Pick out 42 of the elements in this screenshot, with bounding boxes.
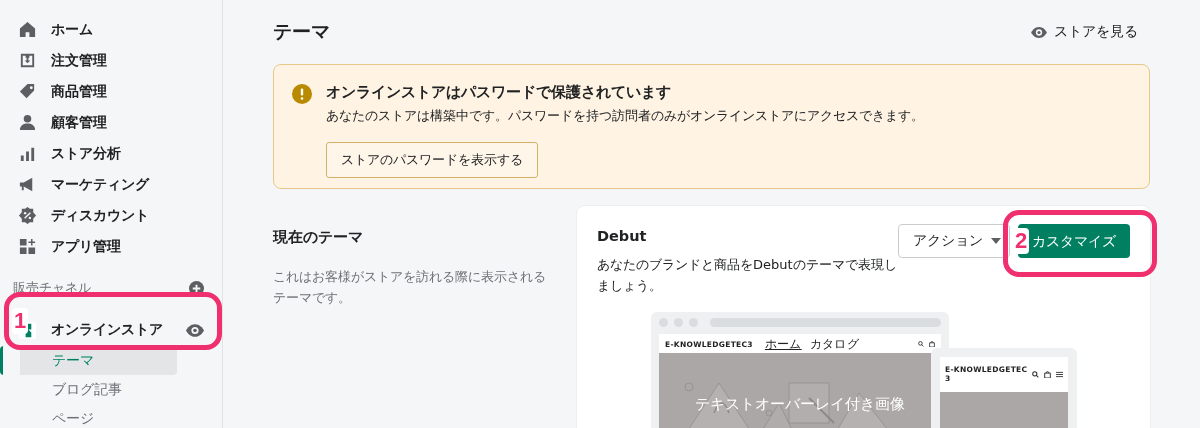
step-number: 1 xyxy=(12,308,29,334)
caret-icon xyxy=(991,238,1001,244)
eye-icon xyxy=(1031,26,1047,38)
sidebar-item[interactable]: ディスカウント xyxy=(0,200,222,231)
sidebar-item[interactable]: ストア分析 xyxy=(0,138,222,169)
home-icon xyxy=(18,20,37,39)
search-icon xyxy=(918,341,924,347)
action-button[interactable]: アクション xyxy=(898,224,1010,258)
tag-icon xyxy=(18,82,37,101)
sidebar-item[interactable]: 顧客管理 xyxy=(0,107,222,138)
banner-message: あなたのストアは構築中です。パスワードを持つ訪問者のみがオンラインストアにアクセスできます。 xyxy=(326,107,924,125)
warning-icon xyxy=(292,84,312,104)
section-description: これはお客様がストアを訪れる際に表示されるテーマです。 xyxy=(273,268,547,307)
section-heading: 現在のテーマ xyxy=(273,228,364,247)
store-nav-link[interactable]: カタログ xyxy=(809,336,859,352)
theme-name: Debut xyxy=(597,228,648,244)
search-icon xyxy=(1032,371,1039,378)
apps-icon xyxy=(18,237,37,256)
sidebar-item[interactable]: オンラインストア xyxy=(51,321,186,339)
theme-description: あなたのブランドと商品をDebutのテーマで表現しましょう。 xyxy=(597,256,897,295)
inbox-download-icon xyxy=(18,51,37,70)
store-nav-link[interactable]: ホーム xyxy=(764,336,802,352)
eye-icon[interactable] xyxy=(186,323,204,337)
sidebar-item[interactable]: アプリ管理 xyxy=(0,231,222,262)
sidebar-item[interactable]: 商品管理 xyxy=(0,76,222,107)
sidebar-item[interactable]: マーケティング xyxy=(0,169,222,200)
view-store-link[interactable]: ストアを見る xyxy=(1031,23,1138,41)
sidebar-item[interactable]: ホーム xyxy=(0,14,222,45)
sidebar-subitem[interactable]: ブログ記事 xyxy=(20,375,177,404)
hero-text: テキストオーバーレイ付き画像 xyxy=(694,395,906,414)
discount-badge-icon xyxy=(18,206,37,225)
sidebar-item[interactable]: 注文管理 xyxy=(0,45,222,76)
bag-icon xyxy=(1044,371,1051,378)
person-icon xyxy=(18,113,37,132)
banner-title: オンラインストアはパスワードで保護されています xyxy=(326,83,672,102)
show-password-button[interactable]: ストアのパスワードを表示する xyxy=(326,142,538,178)
menu-icon xyxy=(1056,371,1063,378)
sidebar-subitem[interactable]: テーマ xyxy=(0,346,177,375)
page-title: テーマ xyxy=(273,19,330,44)
sidebar-subitem[interactable]: ページ xyxy=(20,404,177,428)
bag-icon xyxy=(929,341,935,347)
step-number: 2 xyxy=(1013,228,1030,254)
